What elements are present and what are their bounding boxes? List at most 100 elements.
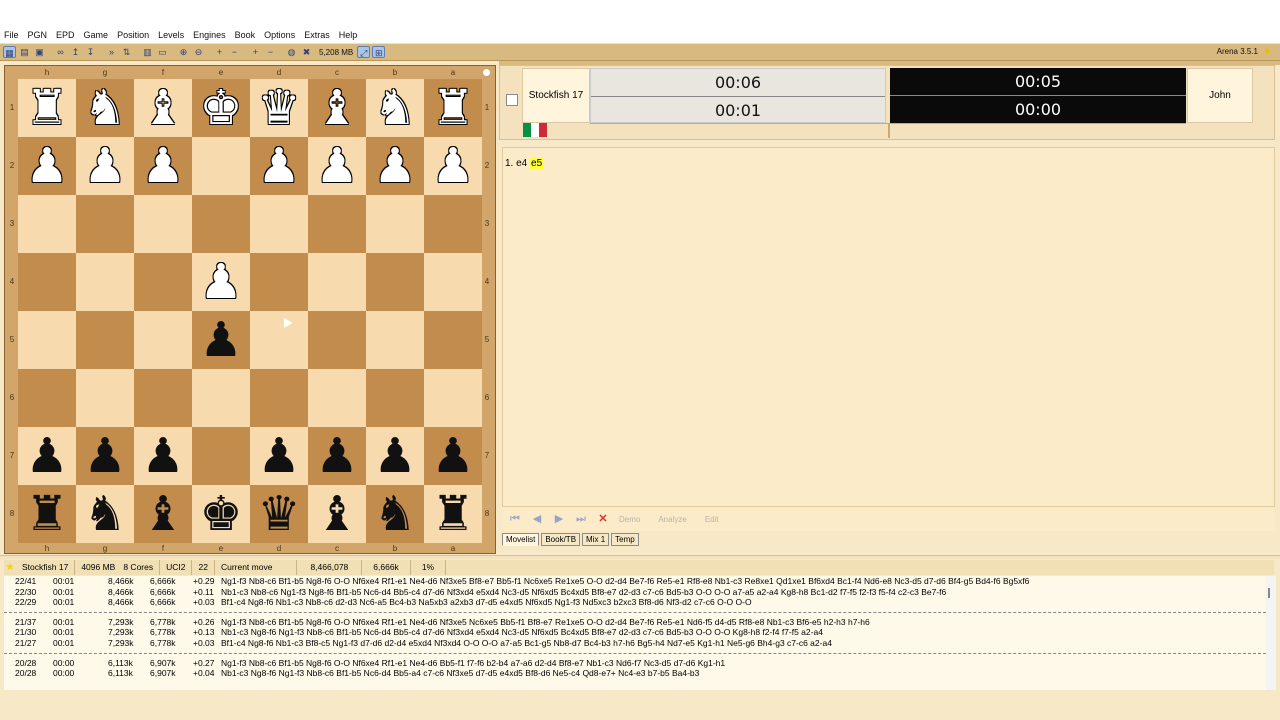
engine-checkbox[interactable] bbox=[506, 94, 518, 106]
square-c1[interactable]: ♝ bbox=[308, 79, 366, 137]
black-pawn-piece[interactable]: ♟ bbox=[257, 432, 300, 480]
board-setup-icon[interactable]: ▥ bbox=[141, 46, 154, 58]
square-a7[interactable]: ♟ bbox=[424, 427, 482, 485]
square-f8[interactable]: ♝ bbox=[134, 485, 192, 543]
square-c7[interactable]: ♟ bbox=[308, 427, 366, 485]
white-rook-piece[interactable]: ♜ bbox=[431, 84, 474, 132]
black-bishop-piece[interactable]: ♝ bbox=[315, 490, 358, 538]
square-g6[interactable] bbox=[76, 369, 134, 427]
zoom-in-icon[interactable]: ⊕ bbox=[177, 46, 190, 58]
previous-move-icon[interactable]: ◀ bbox=[531, 513, 543, 525]
square-d3[interactable] bbox=[250, 195, 308, 253]
close-icon[interactable]: ✕ bbox=[597, 513, 609, 525]
square-d7[interactable]: ♟ bbox=[250, 427, 308, 485]
square-a3[interactable] bbox=[424, 195, 482, 253]
white-rook-piece[interactable]: ♜ bbox=[25, 84, 68, 132]
white-pawn-piece[interactable]: ♟ bbox=[257, 142, 300, 190]
square-h8[interactable]: ♜ bbox=[18, 485, 76, 543]
white-knight-piece[interactable]: ♞ bbox=[373, 84, 416, 132]
square-a6[interactable] bbox=[424, 369, 482, 427]
chess-board[interactable]: ♜ ♞ ♝ ♚ ♛ ♝ ♞ ♜ ♟ ♟ ♟ ♟ ♟ ♟ ♟ ♟ ♟ ♟ ♟ ♟ ♟ ♟ ♟ ♟ ♜ ♞ ♝ ♚ ♛ ♝ ♞ ♜ bbox=[18, 79, 482, 543]
square-e7[interactable] bbox=[192, 427, 250, 485]
menu-position[interactable]: Position bbox=[117, 30, 149, 40]
square-g8[interactable]: ♞ bbox=[76, 485, 134, 543]
white-pawn-piece[interactable]: ♟ bbox=[373, 142, 416, 190]
analysis-line[interactable]: 22/30 00:01 8,466k 6,666k +0.11 Nb1-c3 Nb8-c6… bbox=[4, 587, 1266, 598]
menu-levels[interactable]: Levels bbox=[158, 30, 184, 40]
level-up-icon[interactable]: ↥ bbox=[69, 46, 82, 58]
move-list-text[interactable]: 1. e4 e5 bbox=[505, 158, 544, 169]
square-e4[interactable]: ♟ bbox=[192, 253, 250, 311]
square-c2[interactable]: ♟ bbox=[308, 137, 366, 195]
square-g1[interactable]: ♞ bbox=[76, 79, 134, 137]
save-file-icon[interactable]: ▣ bbox=[33, 46, 46, 58]
square-h6[interactable] bbox=[18, 369, 76, 427]
black-pawn-piece[interactable]: ♟ bbox=[25, 432, 68, 480]
square-a2[interactable]: ♟ bbox=[424, 137, 482, 195]
square-d4[interactable] bbox=[250, 253, 308, 311]
analysis-output[interactable]: 22/41 00:01 8,466k 6,666k +0.29 Ng1-f3 Nb8-c6… bbox=[4, 576, 1266, 690]
lightbulb-icon[interactable]: ● bbox=[1264, 45, 1272, 57]
square-g3[interactable] bbox=[76, 195, 134, 253]
scrollbar-thumb[interactable] bbox=[1268, 588, 1270, 598]
square-b7[interactable]: ♟ bbox=[366, 427, 424, 485]
tab-book-tb[interactable]: Book/TB bbox=[541, 533, 581, 546]
square-f2[interactable]: ♟ bbox=[134, 137, 192, 195]
epd-export-icon[interactable]: − bbox=[264, 46, 277, 58]
white-pawn-piece[interactable]: ♟ bbox=[431, 142, 474, 190]
white-knight-piece[interactable]: ♞ bbox=[83, 84, 126, 132]
black-pawn-piece[interactable]: ♟ bbox=[431, 432, 474, 480]
square-h3[interactable] bbox=[18, 195, 76, 253]
square-g2[interactable]: ♟ bbox=[76, 137, 134, 195]
analyze-button[interactable]: Analyze bbox=[658, 515, 686, 524]
analysis-line[interactable]: 22/29 00:01 8,466k 6,666k +0.03 Bf1-c4 Ng8-f6… bbox=[4, 597, 1266, 608]
square-h7[interactable]: ♟ bbox=[18, 427, 76, 485]
menu-help[interactable]: Help bbox=[339, 30, 358, 40]
white-bishop-piece[interactable]: ♝ bbox=[141, 84, 184, 132]
black-pawn-piece[interactable]: ♟ bbox=[83, 432, 126, 480]
current-move[interactable]: e5 bbox=[530, 158, 544, 169]
square-a5[interactable] bbox=[424, 311, 482, 369]
analysis-line[interactable]: 21/37 00:01 7,293k 6,778k +0.26 Ng1-f3 Nb8-c6… bbox=[4, 617, 1266, 628]
open-file-icon[interactable]: ▤ bbox=[18, 46, 31, 58]
square-f6[interactable] bbox=[134, 369, 192, 427]
first-move-icon[interactable]: ⏮ bbox=[509, 513, 521, 525]
layout-icon[interactable]: ⊞ bbox=[372, 46, 386, 58]
tab-movelist[interactable]: Movelist bbox=[502, 533, 540, 546]
black-rook-piece[interactable]: ♜ bbox=[25, 490, 68, 538]
black-knight-piece[interactable]: ♞ bbox=[83, 490, 126, 538]
square-d1[interactable]: ♛ bbox=[250, 79, 308, 137]
display-icon[interactable]: ▭ bbox=[156, 46, 169, 58]
square-e3[interactable] bbox=[192, 195, 250, 253]
black-knight-piece[interactable]: ♞ bbox=[373, 490, 416, 538]
analysis-line[interactable]: 22/41 00:01 8,466k 6,666k +0.29 Ng1-f3 Nb8-c6… bbox=[4, 576, 1266, 587]
square-b3[interactable] bbox=[366, 195, 424, 253]
black-bishop-piece[interactable]: ♝ bbox=[141, 490, 184, 538]
square-e2[interactable] bbox=[192, 137, 250, 195]
menu-extras[interactable]: Extras bbox=[304, 30, 330, 40]
menu-options[interactable]: Options bbox=[264, 30, 295, 40]
white-queen-piece[interactable]: ♛ bbox=[257, 84, 300, 132]
square-f3[interactable] bbox=[134, 195, 192, 253]
square-h2[interactable]: ♟ bbox=[18, 137, 76, 195]
menu-engines[interactable]: Engines bbox=[193, 30, 226, 40]
black-pawn-piece[interactable]: ♟ bbox=[141, 432, 184, 480]
demo-button[interactable]: Demo bbox=[619, 515, 640, 524]
black-king-piece[interactable]: ♚ bbox=[199, 490, 242, 538]
square-c3[interactable] bbox=[308, 195, 366, 253]
square-a8[interactable]: ♜ bbox=[424, 485, 482, 543]
black-pawn-piece[interactable]: ♟ bbox=[315, 432, 358, 480]
splitter[interactable] bbox=[0, 555, 1280, 559]
zoom-out-icon[interactable]: ⊖ bbox=[192, 46, 205, 58]
black-rook-piece[interactable]: ♜ bbox=[431, 490, 474, 538]
menu-game[interactable]: Game bbox=[84, 30, 109, 40]
level-down-icon[interactable]: ↧ bbox=[84, 46, 97, 58]
square-a1[interactable]: ♜ bbox=[424, 79, 482, 137]
square-b8[interactable]: ♞ bbox=[366, 485, 424, 543]
black-queen-piece[interactable]: ♛ bbox=[257, 490, 300, 538]
square-b1[interactable]: ♞ bbox=[366, 79, 424, 137]
move-text[interactable]: 1. e4 bbox=[505, 158, 527, 169]
menu-epd[interactable]: EPD bbox=[56, 30, 75, 40]
menu-book[interactable]: Book bbox=[235, 30, 256, 40]
fast-forward-icon[interactable]: » bbox=[105, 46, 118, 58]
